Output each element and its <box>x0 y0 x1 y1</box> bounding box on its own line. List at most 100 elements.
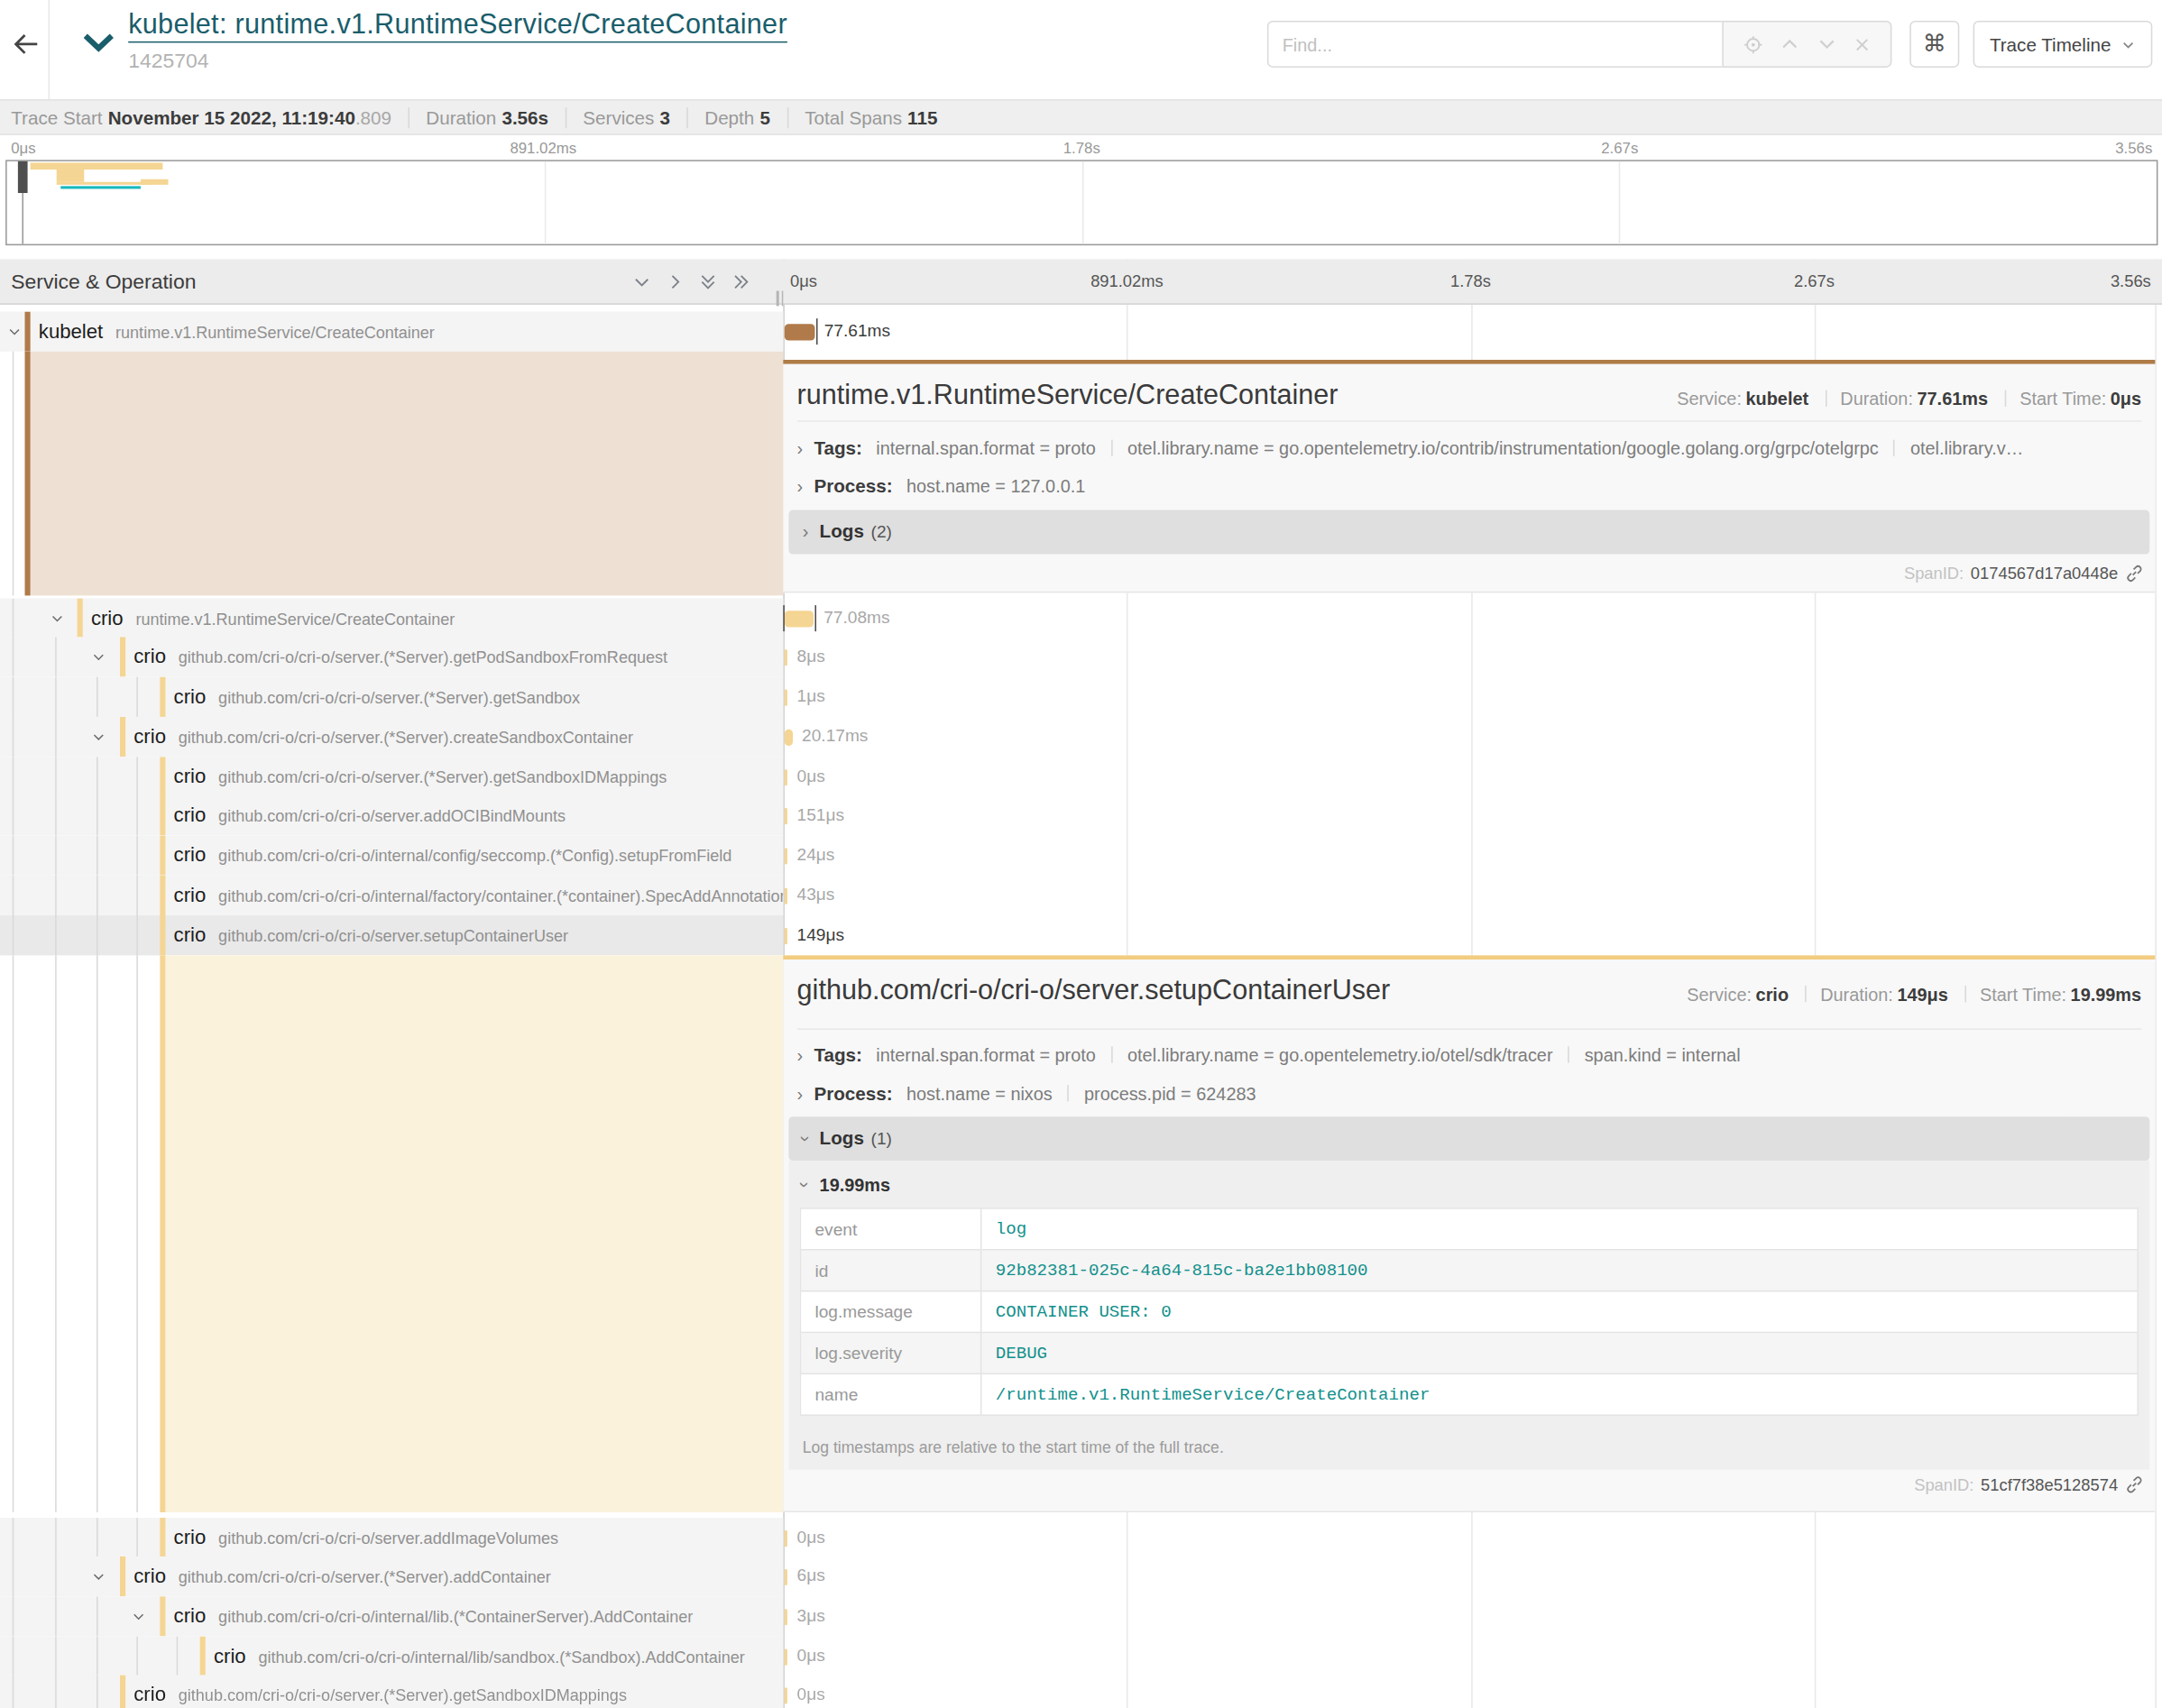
process-tag: host.name = 127.0.0.1 <box>906 475 1085 496</box>
span-row[interactable]: criogithub.com/cri-o/cri-o/server.(*Serv… <box>0 637 2162 676</box>
service-name: crio <box>133 725 166 747</box>
span-detail-title: github.com/cri-o/cri-o/server.setupConta… <box>797 975 1391 1006</box>
operation-name: github.com/cri-o/cri-o/server.(*Server).… <box>218 767 667 786</box>
span-row[interactable]: crioruntime.v1.RuntimeService/CreateCont… <box>0 598 2162 638</box>
span-row[interactable]: criogithub.com/cri-o/cri-o/internal/fact… <box>0 876 2162 915</box>
link-icon[interactable] <box>2125 1475 2144 1494</box>
service-color-bar <box>120 637 125 676</box>
row-chevron-icon[interactable] <box>7 324 23 339</box>
span-detail-panel-crio: github.com/cri-o/cri-o/server.setupConta… <box>783 955 2155 1512</box>
service-label: Service: <box>1687 984 1752 1005</box>
span-duration-bar[interactable] <box>785 1529 787 1546</box>
span-detail-panel-kubelet: runtime.v1.RuntimeService/CreateContaine… <box>783 360 2155 592</box>
span-duration-label: 0μs <box>797 757 825 796</box>
operation-name: github.com/cri-o/cri-o/internal/lib/sand… <box>258 1648 744 1667</box>
service-name: crio <box>174 765 207 786</box>
service-name: crio <box>174 685 207 707</box>
logs-accordion[interactable]: ›Logs(1) <box>788 1116 2149 1161</box>
log-row: log.messageCONTAINER USER: 0 <box>800 1291 2138 1333</box>
start-time-value: 19.99ms <box>2071 984 2141 1005</box>
span-duration-bar[interactable] <box>785 729 793 745</box>
row-chevron-icon[interactable] <box>91 1569 106 1584</box>
process-accordion[interactable]: ›Process:host.name = 127.0.0.1 <box>797 475 2141 500</box>
operation-name: github.com/cri-o/cri-o/server.(*Server).… <box>179 1567 551 1586</box>
log-row: eventlog <box>800 1208 2138 1250</box>
span-duration-label: 77.08ms <box>823 598 889 638</box>
span-id-label: SpanID: <box>1904 564 1964 583</box>
operation-name: github.com/cri-o/cri-o/server.(*Server).… <box>179 728 633 747</box>
span-id-value: 0174567d17a0448e <box>1971 564 2118 583</box>
span-duration-bar[interactable] <box>785 1686 787 1703</box>
service-color-bar <box>160 757 165 796</box>
logs-label: Logs <box>820 521 864 542</box>
span-duration-bar[interactable] <box>785 768 787 785</box>
span-duration-bar[interactable] <box>785 1568 787 1584</box>
span-row[interactable]: criogithub.com/cri-o/cri-o/internal/lib/… <box>0 1637 2162 1676</box>
span-row[interactable]: crio github.com/cri-o/cri-o/server.(*Serv… <box>0 677 2162 717</box>
span-duration-bar[interactable] <box>785 1648 787 1665</box>
chevron-right-icon: › <box>797 475 804 496</box>
operation-name: github.com/cri-o/cri-o/server.addImageVo… <box>218 1529 558 1547</box>
tags-accordion[interactable]: ›Tags:internal.span.format = protootel.l… <box>797 438 2141 464</box>
span-duration-bar[interactable] <box>785 1608 787 1624</box>
span-duration-label: 8μs <box>797 637 825 676</box>
span-duration-bar[interactable] <box>785 847 787 863</box>
log-entry-header[interactable]: ›19.99ms <box>803 1174 890 1195</box>
service-color-bar <box>160 955 165 1512</box>
span-duration-bar[interactable] <box>785 648 787 665</box>
span-row[interactable]: kubeletruntime.v1.RuntimeService/CreateC… <box>0 311 2162 351</box>
process-accordion[interactable]: ›Process:host.name = nixosprocess.pid = … <box>797 1084 2141 1109</box>
row-chevron-icon[interactable] <box>91 649 106 665</box>
logs-accordion[interactable]: ›Logs(2) <box>788 510 2149 555</box>
service-color-bar <box>160 876 165 915</box>
operation-name: github.com/cri-o/cri-o/server.(*Server).… <box>218 688 580 707</box>
service-label: Service: <box>1677 389 1742 409</box>
span-row[interactable]: criogithub.com/cri-o/cri-o/server.(*Serv… <box>0 1556 2162 1596</box>
span-duration-bar[interactable] <box>785 927 787 943</box>
span-duration-bar[interactable] <box>785 323 814 339</box>
service-color-bar <box>160 1596 165 1636</box>
span-row[interactable]: criogithub.com/cri-o/cri-o/server.(*Serv… <box>0 1675 2162 1708</box>
span-duration-label: 77.61ms <box>824 311 890 351</box>
tag: otel.library.v… <box>1910 438 2024 459</box>
service-color-bar <box>160 835 165 875</box>
span-duration-bar[interactable] <box>785 807 787 823</box>
service-name: crio <box>133 645 166 666</box>
span-row[interactable]: criogithub.com/cri-o/cri-o/internal/conf… <box>0 835 2162 875</box>
operation-name: github.com/cri-o/cri-o/internal/factory/… <box>218 886 783 905</box>
service-color-bar <box>160 795 165 835</box>
span-row[interactable]: criogithub.com/cri-o/cri-o/server.addOCI… <box>0 795 2162 835</box>
span-duration-label: 24μs <box>797 835 835 875</box>
span-duration-bar[interactable] <box>785 610 814 626</box>
span-id-row: SpanID:51cf7f38e5128574 <box>1914 1475 2144 1494</box>
chevron-down-icon: › <box>796 1182 816 1189</box>
row-chevron-icon[interactable] <box>131 1609 146 1624</box>
span-detail-title: runtime.v1.RuntimeService/CreateContaine… <box>797 379 1339 410</box>
span-duration-label: 0μs <box>797 1518 825 1557</box>
service-color-bar <box>120 1556 125 1596</box>
service-color-bar <box>120 717 125 757</box>
link-icon[interactable] <box>2125 564 2144 583</box>
tag: internal.span.format = proto <box>876 1045 1096 1066</box>
chevron-right-icon: › <box>797 438 804 459</box>
span-row[interactable]: criogithub.com/cri-o/cri-o/internal/lib.… <box>0 1596 2162 1636</box>
row-chevron-icon[interactable] <box>50 611 65 626</box>
row-chevron-icon[interactable] <box>91 730 106 745</box>
span-row[interactable]: crio github.com/cri-o/cri-o/server.(*Serv… <box>0 717 2162 757</box>
span-id-row: SpanID: 0174567d17a0448e <box>1904 564 2144 583</box>
tags-accordion[interactable]: ›Tags:internal.span.format = protootel.l… <box>797 1045 2141 1070</box>
span-duration-bar[interactable] <box>785 689 787 705</box>
service-color-bar <box>200 1637 206 1676</box>
span-row[interactable]: criogithub.com/cri-o/cri-o/server.setupC… <box>0 915 2162 955</box>
span-duration-label: 0μs <box>797 1637 825 1676</box>
span-detail-filler <box>165 955 783 1512</box>
span-duration-bar[interactable] <box>785 887 787 904</box>
logs-content: ›19.99ms eventlog id92b82381-025c-4a64-8… <box>788 1161 2149 1469</box>
span-duration-label: 43μs <box>797 876 835 915</box>
service-name: crio <box>174 923 207 945</box>
span-duration-label: 0μs <box>797 1675 825 1708</box>
service-name: crio <box>174 844 207 866</box>
span-row[interactable]: criogithub.com/cri-o/cri-o/server.addIma… <box>0 1518 2162 1557</box>
start-time-label: Start Time: <box>2019 389 2106 409</box>
span-row[interactable]: crio github.com/cri-o/cri-o/server.(*Serv… <box>0 757 2162 796</box>
